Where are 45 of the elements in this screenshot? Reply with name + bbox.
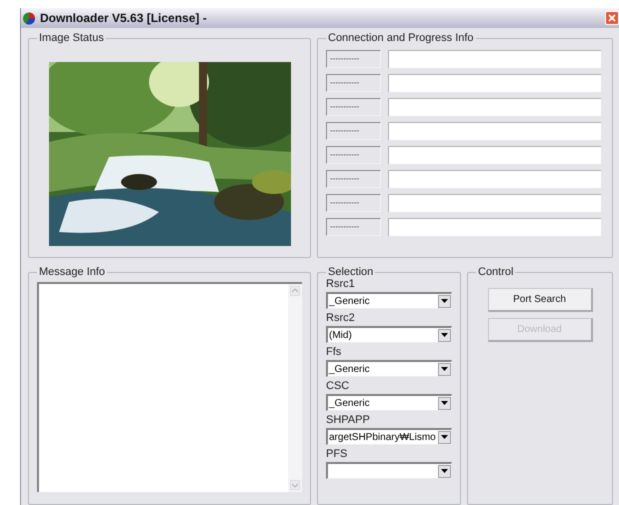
status-label: ----------- <box>326 218 381 236</box>
dropdown[interactable] <box>326 462 452 479</box>
message-box[interactable] <box>37 282 302 492</box>
scroll-down-icon[interactable] <box>290 480 300 490</box>
dropdown[interactable]: (Mid) <box>326 326 452 343</box>
group-title: Message Info <box>38 266 106 278</box>
dropdown-value: _Generic <box>328 362 371 376</box>
status-label: ----------- <box>326 50 381 68</box>
field-label: Ffs <box>326 346 342 359</box>
app-icon <box>22 12 36 24</box>
dropdown[interactable]: argetSHPbinary₩Lismo <box>326 428 452 445</box>
close-icon <box>608 14 616 22</box>
caret-icon <box>438 362 451 376</box>
status-label: ----------- <box>326 98 381 116</box>
caret-icon <box>438 396 451 410</box>
caret-icon <box>438 328 451 342</box>
dropdown-value: _Generic <box>328 396 371 410</box>
action-button[interactable]: Port Search <box>488 288 592 312</box>
status-label: ----------- <box>326 122 381 140</box>
caret-icon <box>438 464 451 478</box>
scroll-up-icon[interactable] <box>290 286 300 296</box>
scrollbar[interactable] <box>288 284 302 492</box>
close-button[interactable] <box>605 11 619 25</box>
caret-icon <box>438 430 451 444</box>
field-label: SHPAPP <box>326 414 371 427</box>
group-title: Connection and Progress Info <box>327 32 475 44</box>
group-title: Image Status <box>38 32 105 44</box>
status-label: ----------- <box>326 146 381 164</box>
dropdown[interactable]: _Generic <box>326 292 452 309</box>
status-label: ----------- <box>326 170 381 188</box>
dropdown-value: (Mid) <box>328 328 353 342</box>
dropdown[interactable]: _Generic <box>326 394 452 411</box>
field-label: Rsrc2 <box>326 312 356 325</box>
dropdown-value: _Generic <box>328 294 371 308</box>
dropdown-value: argetSHPbinary₩Lismo <box>328 430 437 444</box>
window-title: Downloader V5.63 [License] - <box>40 10 208 27</box>
field-label: CSC <box>326 380 350 393</box>
caret-icon <box>438 294 451 308</box>
field-label: PFS <box>326 448 348 461</box>
status-label: ----------- <box>326 74 381 92</box>
group-title: Selection <box>327 266 374 278</box>
field-label: Rsrc1 <box>326 278 356 291</box>
status-label: ----------- <box>326 194 381 212</box>
dropdown[interactable]: _Generic <box>326 360 452 377</box>
group-title: Control <box>477 266 514 278</box>
